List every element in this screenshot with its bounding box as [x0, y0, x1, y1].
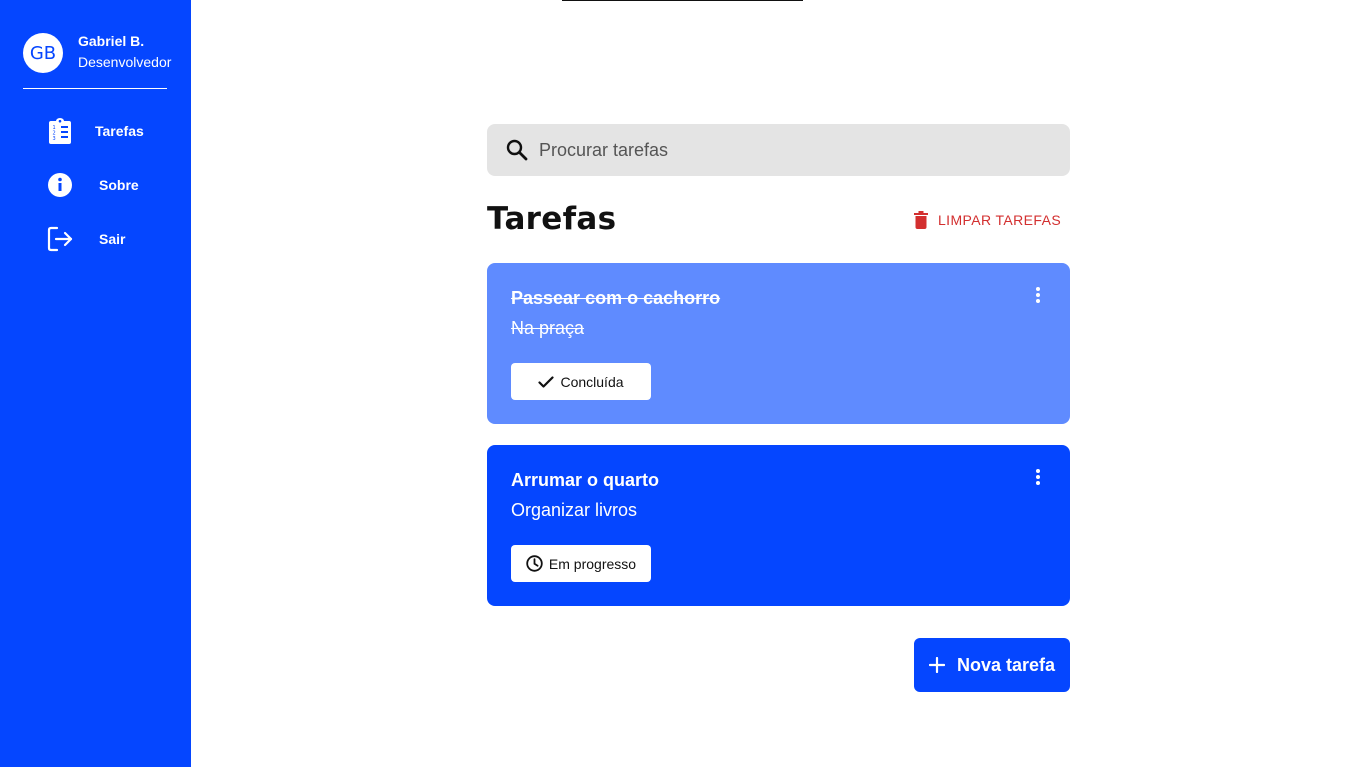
sidebar-divider [23, 88, 167, 89]
task-title: Passear com o cachorro [511, 288, 721, 308]
sidebar-item-label: Sair [99, 231, 126, 247]
trash-icon [914, 211, 928, 229]
sidebar-item-label: Sobre [99, 177, 139, 193]
profile-text: Gabriel B. Desenvolvedor [78, 32, 171, 74]
task-card[interactable]: Arrumar o quarto Organizar livros Em pro… [487, 445, 1070, 606]
task-status-label: Concluída [560, 373, 624, 390]
more-vert-icon[interactable] [1030, 285, 1046, 305]
task-status-label: Em progresso [548, 555, 637, 572]
more-vert-icon[interactable] [1030, 467, 1046, 487]
search-bar[interactable] [487, 124, 1070, 176]
task-status-button[interactable]: Em progresso [511, 545, 651, 582]
search-icon [505, 138, 529, 162]
sidebar-item-tarefas[interactable]: 1 2 3 Tarefas [0, 111, 191, 151]
plus-icon [928, 657, 945, 673]
clock-icon [526, 555, 543, 572]
avatar: GB [23, 33, 63, 73]
task-card[interactable]: Passear com o cachorro Na praça Concluíd… [487, 263, 1070, 424]
logout-icon [47, 226, 73, 252]
task-status-button[interactable]: Concluída [511, 363, 651, 400]
clear-tasks-button[interactable]: LIMPAR TAREFAS [914, 205, 1061, 235]
clipboard-list-icon: 1 2 3 [47, 118, 73, 144]
task-title: Arrumar o quarto [511, 470, 660, 490]
sidebar-item-sair[interactable]: Sair [0, 219, 191, 259]
task-description: Organizar livros [511, 500, 638, 520]
task-description: Na praça [511, 318, 585, 338]
clear-tasks-label: LIMPAR TAREFAS [938, 212, 1062, 228]
sidebar-item-label: Tarefas [95, 123, 144, 139]
user-profile: GB Gabriel B. Desenvolvedor [23, 32, 171, 74]
user-role: Desenvolvedor [78, 54, 172, 70]
info-icon [47, 172, 73, 198]
sidebar: GB Gabriel B. Desenvolvedor 1 2 3 Tarefa… [0, 0, 191, 767]
new-task-label: Nova tarefa [956, 654, 1056, 675]
check-icon [538, 375, 555, 388]
svg-text:3: 3 [53, 136, 56, 142]
search-input[interactable] [539, 124, 1039, 176]
page-title: Tarefas [487, 201, 617, 237]
sidebar-item-sobre[interactable]: Sobre [0, 165, 191, 205]
top-divider [562, 0, 803, 1]
app-root: GB Gabriel B. Desenvolvedor 1 2 3 Tarefa… [0, 0, 1361, 767]
new-task-button[interactable]: Nova tarefa [914, 638, 1070, 692]
user-name: Gabriel B. [78, 33, 145, 49]
